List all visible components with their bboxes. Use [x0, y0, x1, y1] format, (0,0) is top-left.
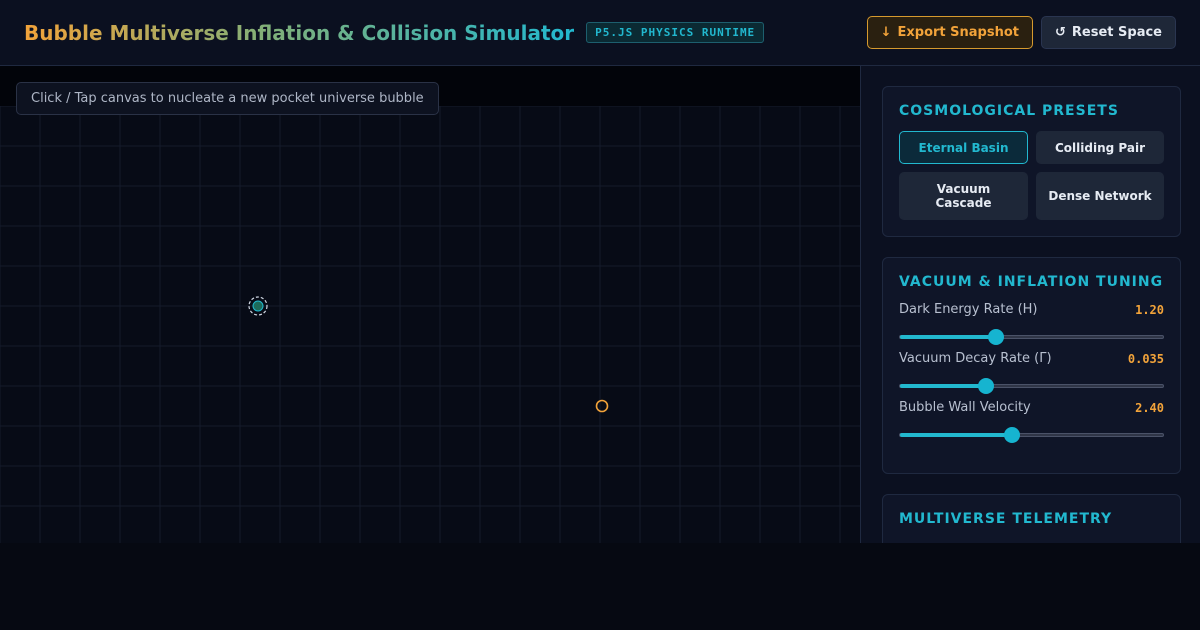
app-title: Bubble Multiverse Inflation & Collision … — [24, 20, 575, 45]
canvas-hint: Click / Tap canvas to nucleate a new poc… — [16, 82, 439, 115]
preset-eternal-basin-button[interactable]: Eternal Basin — [899, 131, 1028, 164]
wall-velocity-slider-thumb[interactable] — [1003, 427, 1020, 443]
export-snapshot-label: Export Snapshot — [897, 25, 1020, 40]
runtime-badge: P5.JS PHYSICS RUNTIME — [586, 22, 765, 43]
dark-energy-label: Dark Energy Rate (H) — [899, 302, 1038, 317]
control-sidebar: Cosmological Presets Eternal Basin Colli… — [860, 66, 1200, 543]
presets-panel: Cosmological Presets Eternal Basin Colli… — [882, 86, 1181, 237]
wall-velocity-label: Bubble Wall Velocity — [899, 400, 1031, 415]
vacuum-decay-slider-row: Vacuum Decay Rate (Γ) 0.035 — [899, 351, 1164, 394]
wall-velocity-value: 2.40 — [1135, 400, 1164, 415]
vacuum-decay-value: 0.035 — [1127, 351, 1164, 366]
export-snapshot-button[interactable]: ↓ Export Snapshot — [866, 16, 1033, 49]
preset-dense-network-button[interactable]: Dense Network — [1036, 172, 1164, 220]
vacuum-decay-slider-fill — [900, 384, 987, 388]
wall-velocity-slider-row: Bubble Wall Velocity 2.40 — [899, 400, 1164, 443]
presets-title: Cosmological Presets — [899, 103, 1119, 119]
reset-space-label: Reset Space — [1071, 25, 1162, 40]
vacuum-bubble[interactable] — [595, 399, 609, 413]
pocket-universe-bubble[interactable] — [248, 296, 268, 316]
tuning-title: Vacuum & Inflation Tuning — [899, 274, 1164, 290]
presets-grid: Eternal Basin Colliding Pair Vacuum Casc… — [899, 131, 1164, 220]
simulation-canvas[interactable]: Click / Tap canvas to nucleate a new poc… — [0, 66, 860, 543]
telemetry-panel: Multiverse Telemetry — [882, 494, 1181, 543]
tuning-panel: Vacuum & Inflation Tuning Dark Energy Ra… — [882, 257, 1181, 474]
dark-energy-slider[interactable] — [899, 329, 1164, 345]
reset-icon: ↺ — [1055, 25, 1066, 40]
dark-energy-slider-fill — [900, 335, 996, 339]
wall-velocity-slider-fill — [900, 433, 1012, 437]
dark-energy-value: 1.20 — [1135, 302, 1164, 317]
reset-space-button[interactable]: ↺ Reset Space — [1041, 16, 1176, 49]
vacuum-decay-slider-thumb[interactable] — [978, 378, 995, 394]
dark-energy-slider-thumb[interactable] — [987, 329, 1004, 345]
download-icon: ↓ — [880, 25, 892, 40]
bubble-layer — [248, 296, 609, 413]
vacuum-decay-label: Vacuum Decay Rate (Γ) — [899, 351, 1052, 366]
header-actions: ↓ Export Snapshot ↺ Reset Space — [866, 16, 1176, 49]
dark-energy-slider-row: Dark Energy Rate (H) 1.20 — [899, 302, 1164, 345]
app-header: Bubble Multiverse Inflation & Collision … — [0, 0, 1200, 66]
telemetry-title: Multiverse Telemetry — [899, 511, 1113, 527]
vacuum-decay-slider[interactable] — [899, 378, 1164, 394]
preset-colliding-pair-button[interactable]: Colliding Pair — [1036, 131, 1164, 164]
preset-vacuum-cascade-button[interactable]: Vacuum Cascade — [899, 172, 1028, 220]
wall-velocity-slider[interactable] — [899, 427, 1164, 443]
